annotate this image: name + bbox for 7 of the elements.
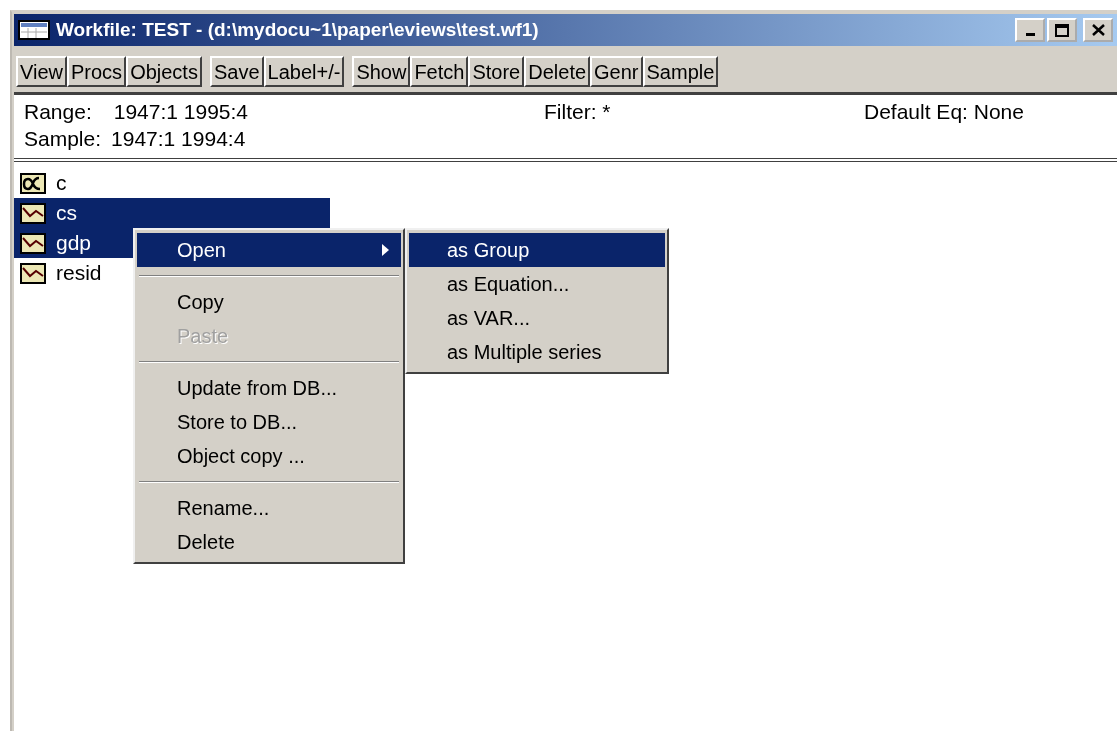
filter-text: Filter: * bbox=[544, 99, 611, 125]
range-value: 1947:1 1995:4 bbox=[113, 99, 248, 125]
sample-label: Sample: bbox=[24, 126, 102, 152]
default-eq-text: Default Eq: None bbox=[864, 99, 1024, 125]
sample-value: 1947:1 1994:4 bbox=[111, 126, 246, 152]
range-label: Range: bbox=[24, 99, 92, 125]
window-title: Workfile: TEST - (d:\mydocu~1\paper\eviews\test.wf1) bbox=[56, 19, 540, 41]
